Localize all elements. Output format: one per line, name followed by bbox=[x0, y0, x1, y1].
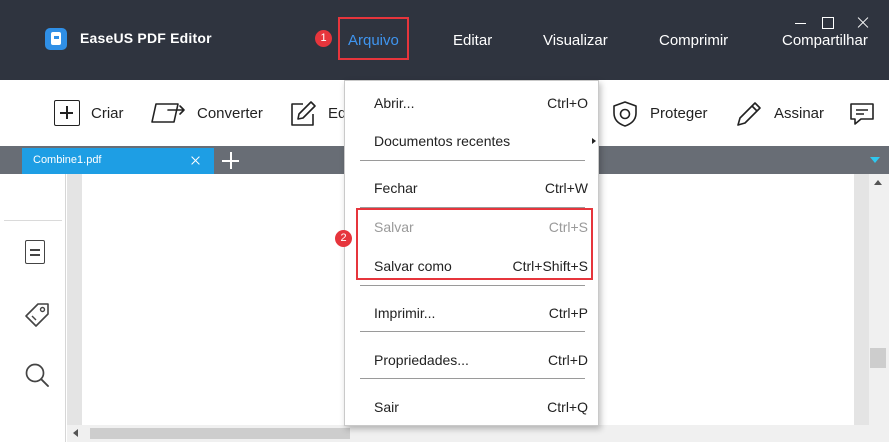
search-icon[interactable] bbox=[24, 362, 49, 388]
submenu-arrow-icon bbox=[592, 138, 596, 144]
menu-item-imprimir[interactable]: Imprimir... Ctrl+P bbox=[345, 301, 600, 325]
menu-item-documentos-recentes[interactable]: Documentos recentes bbox=[345, 129, 600, 153]
side-panel bbox=[0, 174, 66, 442]
menu-item-label: Documentos recentes bbox=[374, 133, 511, 149]
vertical-scroll-thumb[interactable] bbox=[870, 348, 886, 368]
add-tab-icon[interactable] bbox=[222, 152, 239, 169]
menu-item-shortcut: Ctrl+W bbox=[544, 180, 588, 196]
tab-list-dropdown-icon[interactable] bbox=[870, 157, 880, 163]
menu-item-abrir[interactable]: Abrir... Ctrl+O bbox=[345, 91, 600, 115]
easeus-pdf-logo-icon bbox=[45, 28, 67, 50]
menu-item-shortcut: Ctrl+D bbox=[547, 352, 588, 368]
tool-proteger-label: Proteger bbox=[650, 104, 708, 122]
plus-square-icon bbox=[54, 100, 80, 126]
menu-item-shortcut: Ctrl+O bbox=[547, 95, 588, 111]
menu-item-label: Fechar bbox=[374, 180, 418, 196]
side-panel-divider bbox=[4, 220, 62, 221]
menu-comprimir[interactable]: Comprimir bbox=[659, 32, 728, 49]
save-options-highlight-box bbox=[356, 208, 593, 280]
menu-item-sair[interactable]: Sair Ctrl+Q bbox=[345, 395, 600, 419]
tool-editar[interactable]: Ed bbox=[289, 80, 346, 146]
menu-item-shortcut: Ctrl+P bbox=[548, 305, 588, 321]
minimize-icon[interactable] bbox=[793, 14, 809, 30]
pages-icon[interactable] bbox=[25, 240, 45, 264]
arquivo-highlight-box bbox=[338, 17, 409, 60]
vertical-scrollbar[interactable] bbox=[869, 174, 889, 442]
tool-criar[interactable]: Criar bbox=[54, 80, 124, 146]
menu-editar[interactable]: Editar bbox=[453, 32, 492, 49]
tool-converter-label: Converter bbox=[197, 104, 263, 122]
menu-divider bbox=[360, 378, 585, 379]
scroll-up-icon[interactable] bbox=[874, 180, 882, 185]
convert-icon bbox=[150, 100, 186, 126]
menu-divider bbox=[360, 160, 585, 161]
menu-item-label: Sair bbox=[374, 399, 399, 415]
close-icon[interactable] bbox=[855, 14, 871, 30]
menu-divider bbox=[360, 285, 585, 286]
menu-item-shortcut: Ctrl+Q bbox=[547, 399, 588, 415]
scroll-left-icon[interactable] bbox=[73, 429, 78, 437]
maximize-icon[interactable] bbox=[819, 14, 835, 30]
app-title: EaseUS PDF Editor bbox=[80, 30, 212, 46]
menu-item-fechar[interactable]: Fechar Ctrl+W bbox=[345, 176, 600, 200]
pen-icon bbox=[735, 100, 763, 126]
tab-combine1-label: Combine1.pdf bbox=[33, 154, 102, 166]
tool-assinar-label: Assinar bbox=[774, 104, 825, 122]
tool-comentar[interactable] bbox=[848, 80, 887, 146]
tab-combine1[interactable]: Combine1.pdf bbox=[22, 148, 214, 174]
tool-proteger[interactable]: Proteger bbox=[611, 80, 708, 146]
tool-criar-label: Criar bbox=[91, 104, 124, 122]
menu-item-label: Abrir... bbox=[374, 95, 415, 111]
tool-assinar[interactable]: Assinar bbox=[735, 80, 824, 146]
edit-icon bbox=[289, 100, 317, 126]
menu-item-label: Propriedades... bbox=[374, 352, 469, 368]
comment-icon bbox=[848, 100, 876, 126]
step-badge-2: 2 bbox=[335, 230, 352, 247]
menu-divider bbox=[360, 331, 585, 332]
menu-item-label: Imprimir... bbox=[374, 305, 436, 321]
tag-icon[interactable] bbox=[24, 302, 49, 328]
menu-compartilhar[interactable]: Compartilhar bbox=[782, 32, 868, 49]
horizontal-scroll-thumb[interactable] bbox=[90, 428, 350, 439]
menu-item-propriedades[interactable]: Propriedades... Ctrl+D bbox=[345, 348, 600, 372]
tool-converter[interactable]: Converter bbox=[150, 80, 263, 146]
tab-close-icon[interactable] bbox=[190, 155, 201, 166]
menu-visualizar[interactable]: Visualizar bbox=[543, 32, 608, 49]
shield-icon bbox=[611, 100, 639, 127]
step-badge-1: 1 bbox=[315, 30, 332, 47]
